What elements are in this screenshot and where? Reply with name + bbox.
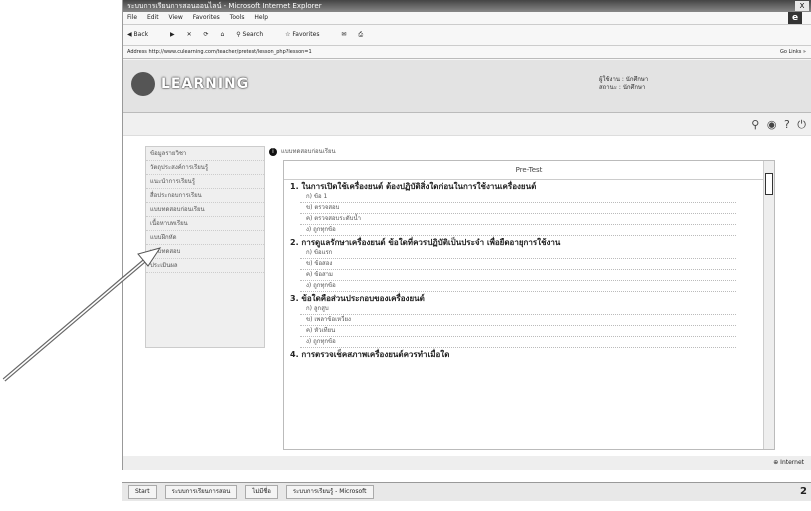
start-button[interactable]: Start [128, 484, 157, 499]
taskbar-item[interactable]: ไม่มีชื่อ [245, 484, 278, 499]
taskbar-item[interactable]: ระบบการเรียนรู้ - Microsoft [285, 484, 374, 499]
clock: 2 [800, 486, 807, 497]
taskbar: Start ระบบการเรียนการสอน ไม่มีชื่อ ระบบก… [122, 482, 811, 501]
pointer-arrow-icon [2, 247, 162, 382]
taskbar-item[interactable]: ระบบการเรียนการสอน [164, 484, 238, 499]
